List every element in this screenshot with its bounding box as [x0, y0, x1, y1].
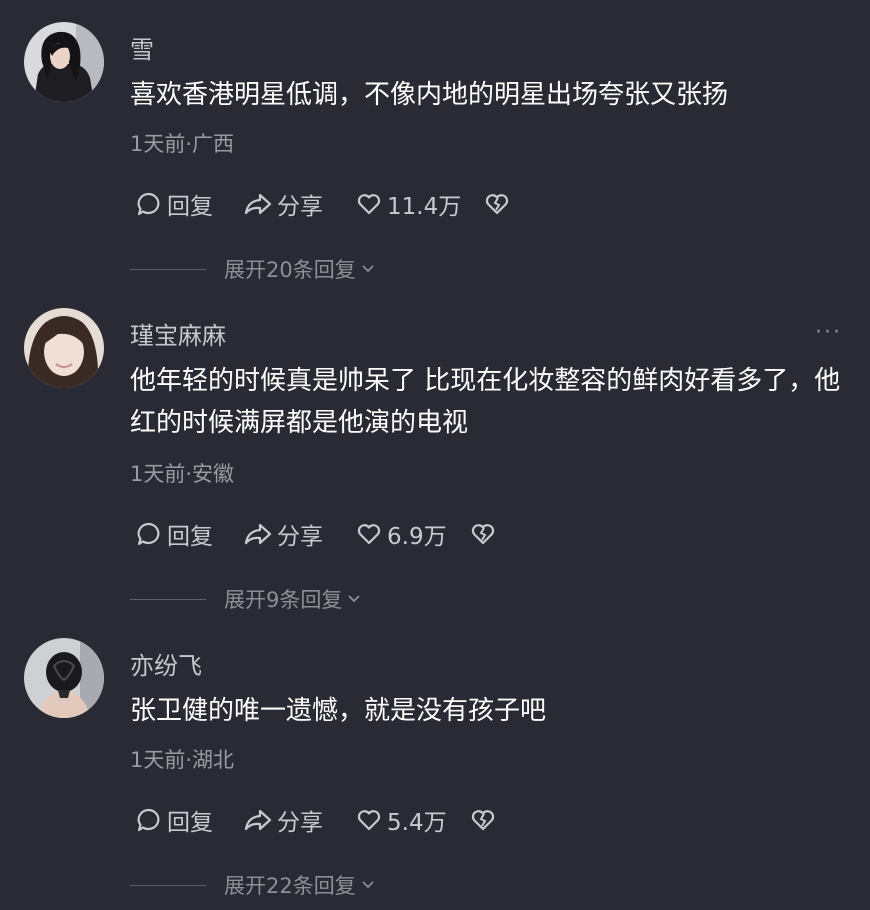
reply-bubble-icon [137, 192, 160, 216]
comment-meta: 1天前·安徽 [130, 462, 235, 486]
share-arrow-icon [244, 809, 272, 831]
like-button[interactable]: 11.4万 [355, 187, 483, 221]
broken-heart-icon [471, 810, 495, 831]
dislike-button[interactable] [469, 806, 497, 834]
more-options-icon[interactable]: ··· [815, 320, 842, 345]
dislike-button[interactable] [483, 190, 511, 218]
username[interactable]: 瑾宝麻麻 [130, 316, 226, 351]
reply-label: 回复 [167, 810, 213, 836]
comment-actions: 回复 分享 6.9万 [135, 518, 497, 550]
dislike-button[interactable] [469, 520, 497, 548]
reply-label: 回复 [167, 524, 213, 550]
comment-actions: 回复 分享 11.4万 [135, 188, 511, 220]
divider-line [130, 268, 206, 270]
share-button[interactable]: 分享 [243, 187, 355, 221]
share-arrow-icon [244, 193, 272, 215]
reply-label: 回复 [167, 194, 213, 220]
share-label: 分享 [277, 524, 323, 550]
heart-icon [357, 194, 381, 215]
expand-replies[interactable]: 展开9条回复 [130, 584, 362, 614]
reply-button[interactable]: 回复 [135, 187, 243, 221]
avatar[interactable] [24, 22, 104, 102]
share-label: 分享 [277, 810, 323, 836]
like-count: 5.4万 [387, 810, 447, 836]
broken-heart-icon [471, 524, 495, 545]
user-avatar-icon [24, 22, 104, 102]
like-button[interactable]: 5.4万 [355, 803, 469, 837]
share-arrow-icon [244, 523, 272, 545]
expand-replies-label: 展开22条回复 [224, 874, 356, 898]
avatar[interactable] [24, 308, 104, 388]
share-button[interactable]: 分享 [243, 803, 355, 837]
reply-bubble-icon [137, 522, 160, 546]
expand-replies[interactable]: 展开22条回复 [130, 870, 376, 900]
username[interactable]: 亦纷飞 [130, 646, 202, 681]
user-avatar-icon [24, 308, 104, 388]
heart-icon [357, 810, 381, 831]
expand-replies-label: 展开20条回复 [224, 258, 356, 282]
user-avatar-icon [24, 638, 104, 718]
chevron-down-icon [348, 595, 361, 603]
expand-replies-label: 展开9条回复 [224, 588, 343, 612]
chevron-down-icon [362, 881, 374, 889]
divider-line [130, 598, 206, 600]
heart-icon [357, 524, 381, 545]
like-count: 11.4万 [387, 194, 462, 220]
expand-replies[interactable]: 展开20条回复 [130, 254, 376, 284]
comment-text: 喜欢香港明星低调，不像内地的明星出场夸张又张扬 [130, 80, 729, 110]
chevron-down-icon [362, 265, 374, 273]
share-label: 分享 [277, 194, 323, 220]
comment-meta: 1天前·广西 [130, 132, 235, 156]
reply-bubble-icon [137, 808, 160, 832]
comment-meta: 1天前·湖北 [130, 748, 235, 772]
comment-text: 他年轻的时候真是帅呆了 比现在化妆整容的鲜肉好看多了，他红的时候满屏都是他演的电… [130, 366, 841, 438]
comment-text: 张卫健的唯一遗憾，就是没有孩子吧 [130, 696, 547, 726]
avatar[interactable] [24, 638, 104, 718]
divider-line [130, 884, 206, 886]
like-count: 6.9万 [387, 524, 447, 550]
comment-actions: 回复 分享 5.4万 [135, 804, 497, 836]
reply-button[interactable]: 回复 [135, 803, 243, 837]
share-button[interactable]: 分享 [243, 517, 355, 551]
reply-button[interactable]: 回复 [135, 517, 243, 551]
like-button[interactable]: 6.9万 [355, 517, 469, 551]
broken-heart-icon [485, 194, 509, 215]
username[interactable]: 雪 [130, 30, 154, 65]
